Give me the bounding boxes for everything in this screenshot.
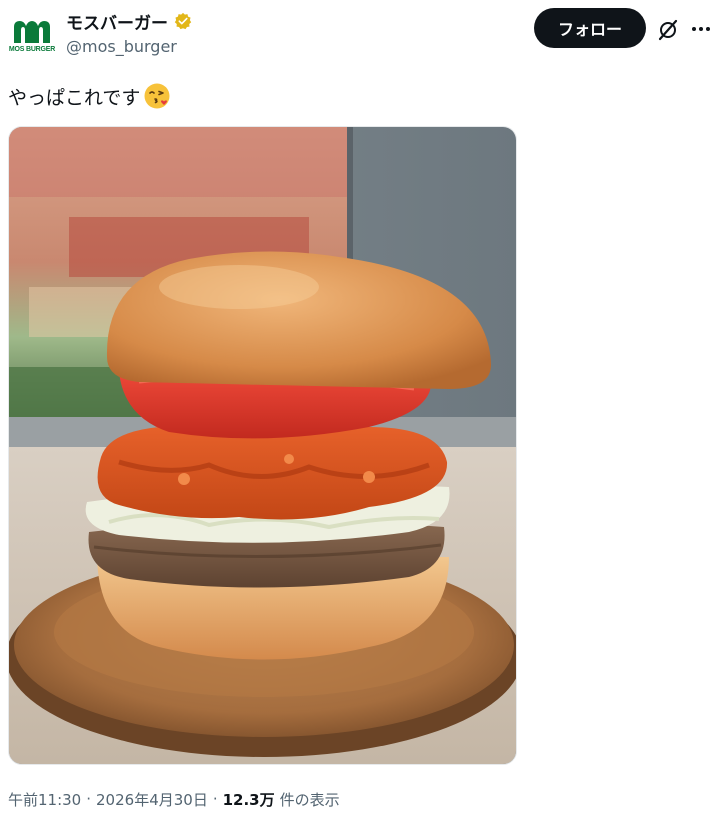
views-count: 12.3万 <box>222 790 275 809</box>
tweet-time[interactable]: 午前11:30 <box>8 789 81 810</box>
display-name[interactable]: モスバーガー <box>66 9 168 34</box>
tweet-photo[interactable] <box>8 126 517 765</box>
face-blowing-kiss-icon <box>144 83 170 109</box>
author-name-row[interactable]: モスバーガー <box>66 8 192 34</box>
views-label: 件の表示 <box>279 790 340 809</box>
more-icon[interactable] <box>690 18 712 40</box>
follow-button[interactable]: フォロー <box>534 8 646 48</box>
grok-icon[interactable] <box>656 18 680 42</box>
mos-logo-icon <box>14 21 50 43</box>
author-handle[interactable]: @mos_burger <box>66 37 177 56</box>
verified-badge-icon <box>174 12 192 30</box>
separator: · <box>212 790 218 808</box>
tweet-date[interactable]: 2026年4月30日 <box>96 789 208 810</box>
tweet-body: やっぱこれです <box>8 86 141 109</box>
separator: · <box>86 790 92 808</box>
tweet-meta: 午前11:30 · 2026年4月30日 · 12.3万 件の表示 <box>8 786 340 812</box>
avatar[interactable]: MOS BURGER <box>8 12 56 60</box>
tweet-text: やっぱこれです <box>8 80 171 112</box>
avatar-wordmark: MOS BURGER <box>8 46 56 53</box>
burger-photo <box>9 127 516 764</box>
